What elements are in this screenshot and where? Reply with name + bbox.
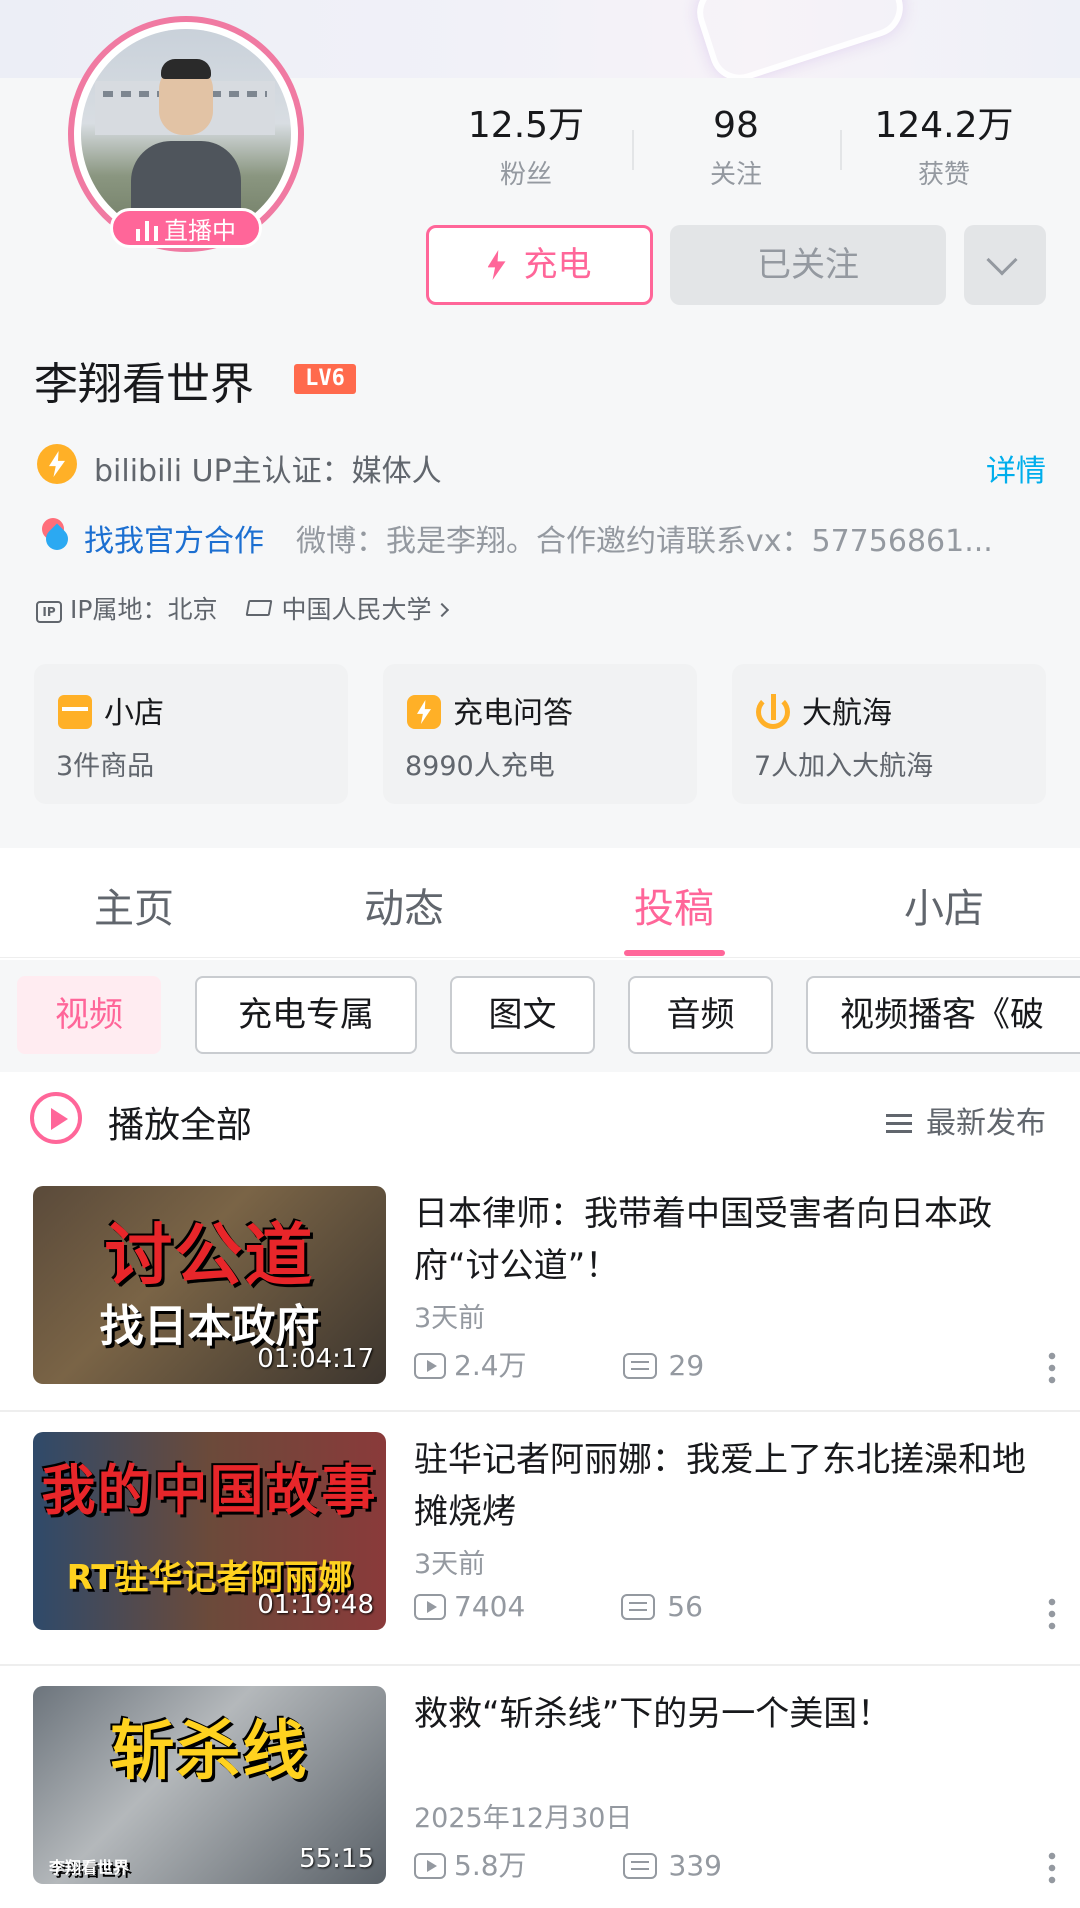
more-options-button[interactable] bbox=[964, 225, 1046, 305]
video-date: 3天前 bbox=[414, 1303, 486, 1334]
stat-likes-value: 124.2万 bbox=[874, 105, 1014, 146]
stat-following-label: 关注 bbox=[709, 160, 762, 190]
video-stats: 5.8万 339 bbox=[414, 1844, 722, 1884]
shop-card[interactable]: 小店 3件商品 bbox=[34, 664, 348, 804]
level-badge: LV6 bbox=[294, 364, 356, 394]
video-date: 3天前 bbox=[414, 1549, 486, 1580]
tab-shop[interactable]: 小店 bbox=[844, 876, 1044, 934]
bolt-icon bbox=[487, 250, 506, 280]
danmaku-icon bbox=[622, 1353, 657, 1379]
followed-button[interactable]: 已关注 bbox=[670, 225, 946, 305]
video-duration: 01:19:48 bbox=[257, 1590, 374, 1620]
video-date: 2025年12月30日 bbox=[414, 1803, 633, 1834]
stat-divider bbox=[840, 130, 842, 170]
shop-icon bbox=[58, 695, 92, 729]
view-count-icon bbox=[414, 1594, 446, 1620]
chevron-down-icon bbox=[986, 244, 1018, 276]
video-thumbnail[interactable]: 我的中国故事 RT驻华记者阿丽娜 01:19:48 bbox=[33, 1432, 386, 1630]
chip-video[interactable]: 视频 bbox=[17, 976, 161, 1054]
chip-audio[interactable]: 音频 bbox=[628, 976, 773, 1054]
video-duration: 01:04:17 bbox=[257, 1344, 374, 1374]
user-name: 李翔看世界 bbox=[34, 359, 254, 410]
chip-video-podcast[interactable]: 视频播客《破 bbox=[806, 976, 1080, 1054]
banner-decoration bbox=[689, 0, 911, 89]
stat-followers-value: 12.5万 bbox=[467, 105, 585, 146]
more-vertical-icon[interactable] bbox=[1048, 1596, 1056, 1632]
view-count-icon bbox=[414, 1353, 446, 1379]
video-thumbnail[interactable]: 讨公道 找日本政府 01:04:17 bbox=[33, 1186, 386, 1384]
ip-icon: IP bbox=[36, 601, 62, 623]
guard-card[interactable]: 大航海 7人加入大航海 bbox=[732, 664, 1046, 804]
chip-charge-only[interactable]: 充电专属 bbox=[195, 976, 417, 1054]
ip-location: IP属地：北京 bbox=[70, 595, 218, 624]
danmaku-icon bbox=[621, 1594, 656, 1620]
video-item[interactable]: 讨公道 找日本政府 01:04:17 日本律师：我带着中国受害者向日本政府“讨公… bbox=[0, 1166, 1080, 1420]
detail-link[interactable]: 详情 bbox=[986, 446, 1046, 490]
more-vertical-icon[interactable] bbox=[1048, 1350, 1056, 1386]
charge-qa-card[interactable]: 充电问答 8990人充电 bbox=[383, 664, 697, 804]
cooperation-icon bbox=[36, 513, 73, 555]
video-duration: 55:15 bbox=[299, 1844, 374, 1874]
live-badge[interactable]: 直播中 bbox=[110, 208, 262, 248]
chip-article[interactable]: 图文 bbox=[450, 976, 595, 1054]
cooperation-link[interactable]: 找我官方合作 bbox=[84, 516, 264, 560]
stat-followers[interactable]: 12.5万 粉丝 bbox=[436, 102, 616, 191]
graduation-cap-icon bbox=[245, 598, 273, 620]
ip-school-row: IP IP属地：北京 中国人民大学 bbox=[36, 590, 450, 626]
certification-icon bbox=[37, 444, 77, 484]
stat-likes-label: 获赞 bbox=[917, 160, 970, 190]
stat-following-value: 98 bbox=[713, 105, 759, 146]
certification-text: bilibili UP主认证：媒体人 bbox=[94, 454, 442, 489]
active-tab-indicator bbox=[624, 950, 725, 956]
video-stats: 2.4万 29 bbox=[414, 1344, 704, 1384]
tab-dynamics[interactable]: 动态 bbox=[304, 876, 504, 934]
filter-chips: 视频 充电专属 图文 音频 视频播客《破 bbox=[0, 960, 1080, 1072]
list-icon bbox=[886, 1114, 912, 1134]
tab-uploads[interactable]: 投稿 bbox=[574, 876, 774, 934]
danmaku-icon bbox=[622, 1853, 657, 1879]
video-stats: 7404 56 bbox=[414, 1590, 703, 1623]
anchor-icon bbox=[756, 694, 790, 729]
live-bars-icon bbox=[136, 221, 158, 241]
video-thumbnail[interactable]: 斩杀线 李翔看世界 55:15 bbox=[33, 1686, 386, 1884]
school-link[interactable]: 中国人民大学 bbox=[281, 595, 431, 624]
profile-tabs: 主页 动态 投稿 小店 bbox=[0, 848, 1080, 958]
video-title[interactable]: 救救“斩杀线”下的另一个美国！ bbox=[414, 1688, 1054, 1740]
video-item[interactable]: 我的中国故事 RT驻华记者阿丽娜 01:19:48 驻华记者阿丽娜：我爱上了东北… bbox=[0, 1410, 1080, 1664]
stat-followers-label: 粉丝 bbox=[499, 160, 552, 190]
video-title[interactable]: 日本律师：我带着中国受害者向日本政府“讨公道”！ bbox=[414, 1188, 1054, 1292]
video-title[interactable]: 驻华记者阿丽娜：我爱上了东北搓澡和地摊烧烤 bbox=[414, 1434, 1054, 1538]
stat-divider bbox=[632, 130, 634, 170]
sort-button[interactable]: 最新发布 bbox=[886, 1098, 1046, 1142]
play-circle-icon bbox=[30, 1092, 82, 1144]
stat-following[interactable]: 98 关注 bbox=[646, 102, 826, 191]
video-item[interactable]: 斩杀线 李翔看世界 55:15 救救“斩杀线”下的另一个美国！ 2025年12月… bbox=[0, 1664, 1080, 1908]
charge-icon bbox=[407, 695, 441, 729]
tab-home[interactable]: 主页 bbox=[34, 876, 234, 934]
stat-likes[interactable]: 124.2万 获赞 bbox=[854, 102, 1034, 191]
view-count-icon bbox=[414, 1853, 446, 1879]
more-vertical-icon[interactable] bbox=[1048, 1850, 1056, 1886]
chevron-right-icon bbox=[435, 602, 450, 618]
charge-button[interactable]: 充电 bbox=[426, 225, 653, 305]
bio-text[interactable]: 微博：我是李翔。合作邀约请联系vx：57756861... bbox=[296, 516, 1036, 560]
